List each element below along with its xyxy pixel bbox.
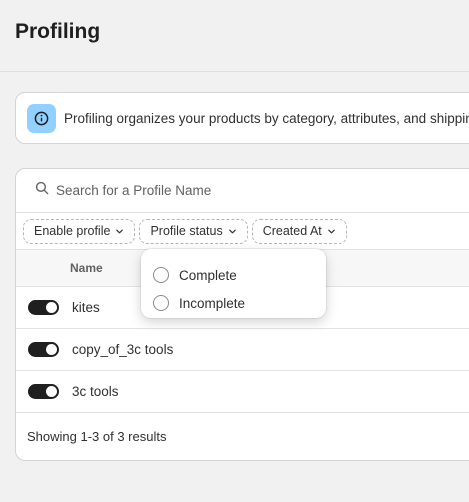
info-icon [27, 103, 56, 133]
filter-label: Profile status [150, 224, 223, 238]
header-divider [0, 71, 469, 72]
status-option-incomplete[interactable]: Incomplete [153, 289, 326, 317]
enable-toggle[interactable] [28, 384, 59, 399]
chevron-down-icon [228, 229, 236, 233]
option-label: Complete [179, 267, 237, 283]
radio-button[interactable] [153, 267, 169, 283]
filter-label: Enable profile [34, 224, 111, 238]
chevron-down-icon [116, 229, 124, 233]
enable-toggle[interactable] [28, 342, 59, 357]
enable-toggle[interactable] [28, 300, 59, 315]
column-header-name[interactable]: Name [70, 261, 103, 275]
page-title: Profiling [15, 20, 101, 43]
profile-status-popover: Complete Incomplete [141, 249, 326, 318]
profile-name: kites [72, 300, 100, 315]
profile-name: copy_of_3c tools [72, 342, 174, 357]
filter-label: Created At [262, 224, 322, 238]
results-summary: Showing 1-3 of 3 results [27, 429, 167, 444]
chevron-down-icon [328, 229, 335, 233]
filter-bar: Enable profile Profile status Created At [16, 213, 469, 250]
profile-name: 3c tools [72, 384, 119, 399]
banner-text: Profiling organizes your products by cat… [64, 110, 469, 126]
search-bar [16, 169, 469, 213]
table-row[interactable]: 3c tools [16, 371, 469, 413]
search-icon [35, 181, 49, 200]
option-label: Incomplete [179, 295, 246, 311]
table-row[interactable]: copy_of_3c tools [16, 329, 469, 371]
filter-enable-profile[interactable]: Enable profile [23, 218, 136, 244]
radio-button[interactable] [153, 295, 169, 311]
search-input[interactable] [56, 183, 356, 198]
filter-created-at[interactable]: Created At [251, 218, 347, 244]
info-banner: Profiling organizes your products by cat… [15, 92, 469, 144]
status-option-complete[interactable]: Complete [153, 261, 326, 289]
filter-profile-status[interactable]: Profile status [139, 218, 248, 244]
